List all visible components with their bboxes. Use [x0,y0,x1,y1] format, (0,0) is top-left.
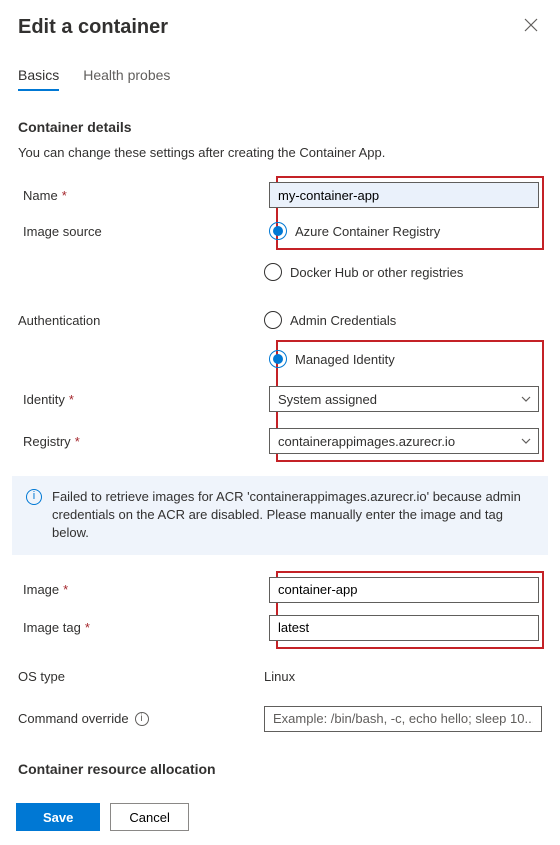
close-icon [524,18,538,32]
close-button[interactable] [520,16,542,38]
identity-select[interactable]: System assigned [269,386,539,412]
required-indicator: * [62,188,67,203]
label-os-type: OS type [18,669,65,684]
info-icon[interactable]: i [135,712,149,726]
radio-admin-label: Admin Credentials [290,313,396,328]
info-message-text: Failed to retrieve images for ACR 'conta… [52,488,534,543]
tab-basics[interactable]: Basics [18,67,59,91]
label-command-override: Command override [18,711,129,726]
info-message-box: i Failed to retrieve images for ACR 'con… [12,476,548,555]
registry-select[interactable]: containerappimages.azurecr.io [269,428,539,454]
label-identity: Identity [23,392,65,407]
tab-health-probes[interactable]: Health probes [83,67,170,91]
os-type-value: Linux [264,667,542,686]
label-name: Name [23,188,58,203]
cancel-button[interactable]: Cancel [110,803,188,831]
section-container-details-desc: You can change these settings after crea… [18,145,542,160]
label-image: Image [23,582,59,597]
label-image-source: Image source [23,224,102,239]
radio-managed-label: Managed Identity [295,352,395,367]
image-tag-input[interactable] [269,615,539,641]
label-image-tag: Image tag [23,620,81,635]
name-input[interactable] [269,182,539,208]
label-authentication: Authentication [18,313,100,328]
save-button[interactable]: Save [16,803,100,831]
required-indicator: * [75,434,80,449]
chevron-down-icon [520,393,532,405]
radio-icon [264,263,282,281]
required-indicator: * [85,620,90,635]
radio-docker-label: Docker Hub or other registries [290,265,463,280]
identity-value: System assigned [278,392,377,407]
radio-admin-credentials[interactable]: Admin Credentials [264,308,542,332]
registry-value: containerappimages.azurecr.io [278,434,455,449]
image-input[interactable] [269,577,539,603]
radio-icon [269,350,287,368]
section-resource-allocation: Container resource allocation [18,761,542,777]
radio-acr[interactable]: Azure Container Registry [269,219,539,243]
radio-acr-label: Azure Container Registry [295,224,440,239]
command-override-input[interactable] [264,706,542,732]
radio-icon [269,222,287,240]
chevron-down-icon [520,435,532,447]
tabs: Basics Health probes [18,67,542,91]
required-indicator: * [69,392,74,407]
radio-docker[interactable]: Docker Hub or other registries [264,260,542,284]
page-title: Edit a container [18,16,168,39]
info-icon: i [26,489,42,505]
required-indicator: * [63,582,68,597]
label-registry: Registry [23,434,71,449]
section-container-details: Container details [18,119,542,135]
radio-icon [264,311,282,329]
radio-managed-identity[interactable]: Managed Identity [269,347,539,371]
